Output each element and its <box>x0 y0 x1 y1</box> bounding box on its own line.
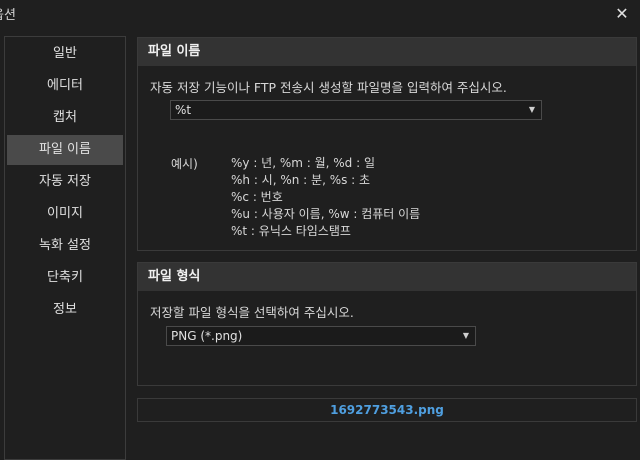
format-panel: 파일 형식 저장할 파일 형식을 선택하여 주십시오. PNG (*.png) … <box>137 262 637 386</box>
sidebar-item-image[interactable]: 이미지 <box>7 199 123 229</box>
filename-section-header: 파일 이름 <box>138 38 636 66</box>
file-format-value: PNG (*.png) <box>171 329 243 343</box>
sidebar-item-shortcuts[interactable]: 단축키 <box>7 263 123 293</box>
example-label: 예시) <box>171 157 198 171</box>
sidebar-item-general[interactable]: 일반 <box>7 39 123 69</box>
example-line: %y : 년, %m : 월, %d : 일 <box>231 156 376 170</box>
title-bar: 옵션 ✕ <box>0 0 640 30</box>
filename-preview: 1692773543.png <box>137 398 637 422</box>
window-title: 옵션 <box>0 8 16 23</box>
sidebar-item-info[interactable]: 정보 <box>7 295 123 325</box>
file-format-combo[interactable]: PNG (*.png) ▼ <box>166 326 476 346</box>
format-description: 저장할 파일 형식을 선택하여 주십시오. <box>150 305 354 320</box>
sidebar-item-filename[interactable]: 파일 이름 <box>7 135 123 165</box>
example-list: %y : 년, %m : 월, %d : 일 %h : 시, %n : 분, %… <box>231 155 420 240</box>
chevron-down-icon[interactable]: ▼ <box>529 101 535 119</box>
sidebar-item-capture[interactable]: 캡처 <box>7 103 123 133</box>
example-line: %t : 유닉스 타임스탬프 <box>231 224 351 238</box>
filename-panel: 파일 이름 자동 저장 기능이나 FTP 전송시 생성할 파일명을 입력하여 주… <box>137 37 637 251</box>
sidebar-item-autosave[interactable]: 자동 저장 <box>7 167 123 197</box>
filename-pattern-value: %t <box>175 103 192 117</box>
example-line: %c : 번호 <box>231 190 283 204</box>
sidebar-item-editor[interactable]: 에디터 <box>7 71 123 101</box>
chevron-down-icon[interactable]: ▼ <box>463 327 469 345</box>
sidebar-item-recording[interactable]: 녹화 설정 <box>7 231 123 261</box>
filename-description: 자동 저장 기능이나 FTP 전송시 생성할 파일명을 입력하여 주십시오. <box>150 80 507 95</box>
close-icon[interactable]: ✕ <box>610 2 634 26</box>
example-line: %h : 시, %n : 분, %s : 초 <box>231 173 371 187</box>
format-section-header: 파일 형식 <box>138 263 636 291</box>
filename-pattern-combo[interactable]: %t ▼ <box>170 100 542 120</box>
options-sidebar: 일반 에디터 캡처 파일 이름 자동 저장 이미지 녹화 설정 단축키 정보 <box>4 36 126 460</box>
example-line: %u : 사용자 이름, %w : 컴퓨터 이름 <box>231 207 421 221</box>
